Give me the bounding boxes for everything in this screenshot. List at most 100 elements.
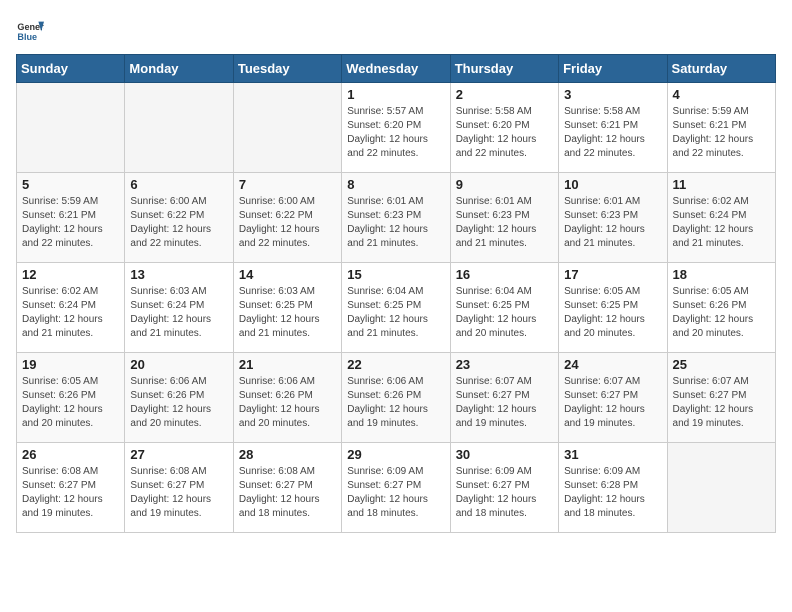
- day-info: Sunrise: 6:07 AM Sunset: 6:27 PM Dayligh…: [564, 375, 661, 431]
- day-number: 15: [347, 267, 444, 282]
- calendar-cell: 9 Sunrise: 6:01 AM Sunset: 6:23 PM Daylig…: [450, 173, 558, 263]
- day-number: 9: [456, 177, 553, 192]
- day-info: Sunrise: 6:00 AM Sunset: 6:22 PM Dayligh…: [239, 195, 336, 251]
- day-info: Sunrise: 5:58 AM Sunset: 6:21 PM Dayligh…: [564, 105, 661, 161]
- calendar-cell: 8Sunrise: 6:01 AM Sunset: 6:23 PM Daylig…: [342, 173, 450, 263]
- calendar-cell: 14 Sunrise: 6:03 AM Sunset: 6:25 PM Dayli…: [233, 263, 341, 353]
- calendar-week-row: 1 Sunrise: 5:57 AM Sunset: 6:20 PM Daylig…: [17, 83, 776, 173]
- calendar-cell: 21 Sunrise: 6:06 AM Sunset: 6:26 PM Dayli…: [233, 353, 341, 443]
- calendar-cell: 6 Sunrise: 6:00 AM Sunset: 6:22 PM Daylig…: [125, 173, 233, 263]
- calendar-cell: 19 Sunrise: 6:05 AM Sunset: 6:26 PM Dayli…: [17, 353, 125, 443]
- calendar-cell: 5 Sunrise: 5:59 AM Sunset: 6:21 PM Daylig…: [17, 173, 125, 263]
- day-info: Sunrise: 6:03 AM Sunset: 6:25 PM Dayligh…: [239, 285, 336, 341]
- day-number: 21: [239, 357, 336, 372]
- day-info: Sunrise: 6:02 AM Sunset: 6:24 PM Dayligh…: [22, 285, 119, 341]
- day-number: 4: [673, 87, 770, 102]
- day-number: 11: [673, 177, 770, 192]
- calendar-cell: 31 Sunrise: 6:09 AM Sunset: 6:28 PM Dayli…: [559, 443, 667, 533]
- weekday-header-row: SundayMondayTuesdayWednesdayThursdayFrid…: [17, 55, 776, 83]
- day-number: 7: [239, 177, 336, 192]
- calendar-cell: 13 Sunrise: 6:03 AM Sunset: 6:24 PM Dayli…: [125, 263, 233, 353]
- calendar-cell: 15 Sunrise: 6:04 AM Sunset: 6:25 PM Dayli…: [342, 263, 450, 353]
- calendar-cell: 22Sunrise: 6:06 AM Sunset: 6:26 PM Dayli…: [342, 353, 450, 443]
- calendar-cell: 1 Sunrise: 5:57 AM Sunset: 6:20 PM Daylig…: [342, 83, 450, 173]
- day-number: 16: [456, 267, 553, 282]
- day-info: Sunrise: 6:07 AM Sunset: 6:27 PM Dayligh…: [673, 375, 770, 431]
- calendar-cell: 24 Sunrise: 6:07 AM Sunset: 6:27 PM Dayli…: [559, 353, 667, 443]
- day-info: Sunrise: 5:57 AM Sunset: 6:20 PM Dayligh…: [347, 105, 444, 161]
- calendar-week-row: 26 Sunrise: 6:08 AM Sunset: 6:27 PM Dayli…: [17, 443, 776, 533]
- day-info: Sunrise: 6:06 AM Sunset: 6:26 PM Dayligh…: [130, 375, 227, 431]
- day-number: 5: [22, 177, 119, 192]
- weekday-header-thursday: Thursday: [450, 55, 558, 83]
- calendar-cell: 30Sunrise: 6:09 AM Sunset: 6:27 PM Dayli…: [450, 443, 558, 533]
- calendar-cell: [125, 83, 233, 173]
- day-info: Sunrise: 5:58 AM Sunset: 6:20 PM Dayligh…: [456, 105, 553, 161]
- calendar-week-row: 12 Sunrise: 6:02 AM Sunset: 6:24 PM Dayli…: [17, 263, 776, 353]
- calendar-table: SundayMondayTuesdayWednesdayThursdayFrid…: [16, 54, 776, 533]
- weekday-header-friday: Friday: [559, 55, 667, 83]
- day-info: Sunrise: 6:05 AM Sunset: 6:26 PM Dayligh…: [22, 375, 119, 431]
- weekday-header-monday: Monday: [125, 55, 233, 83]
- day-number: 24: [564, 357, 661, 372]
- calendar-cell: 23Sunrise: 6:07 AM Sunset: 6:27 PM Dayli…: [450, 353, 558, 443]
- day-info: Sunrise: 6:05 AM Sunset: 6:26 PM Dayligh…: [673, 285, 770, 341]
- calendar-cell: 11Sunrise: 6:02 AM Sunset: 6:24 PM Dayli…: [667, 173, 775, 263]
- day-number: 27: [130, 447, 227, 462]
- calendar-cell: 17 Sunrise: 6:05 AM Sunset: 6:25 PM Dayli…: [559, 263, 667, 353]
- day-number: 19: [22, 357, 119, 372]
- calendar-cell: [17, 83, 125, 173]
- day-info: Sunrise: 6:08 AM Sunset: 6:27 PM Dayligh…: [130, 465, 227, 521]
- day-number: 23: [456, 357, 553, 372]
- calendar-week-row: 19 Sunrise: 6:05 AM Sunset: 6:26 PM Dayli…: [17, 353, 776, 443]
- day-info: Sunrise: 6:01 AM Sunset: 6:23 PM Dayligh…: [456, 195, 553, 251]
- day-number: 25: [673, 357, 770, 372]
- weekday-header-saturday: Saturday: [667, 55, 775, 83]
- day-number: 1: [347, 87, 444, 102]
- day-info: Sunrise: 6:09 AM Sunset: 6:28 PM Dayligh…: [564, 465, 661, 521]
- weekday-header-wednesday: Wednesday: [342, 55, 450, 83]
- logo: General Blue: [16, 16, 44, 44]
- calendar-cell: 18Sunrise: 6:05 AM Sunset: 6:26 PM Dayli…: [667, 263, 775, 353]
- day-number: 6: [130, 177, 227, 192]
- calendar-cell: 29 Sunrise: 6:09 AM Sunset: 6:27 PM Dayli…: [342, 443, 450, 533]
- day-info: Sunrise: 6:05 AM Sunset: 6:25 PM Dayligh…: [564, 285, 661, 341]
- day-info: Sunrise: 6:00 AM Sunset: 6:22 PM Dayligh…: [130, 195, 227, 251]
- weekday-header-tuesday: Tuesday: [233, 55, 341, 83]
- day-number: 29: [347, 447, 444, 462]
- day-number: 17: [564, 267, 661, 282]
- day-number: 26: [22, 447, 119, 462]
- day-info: Sunrise: 6:04 AM Sunset: 6:25 PM Dayligh…: [456, 285, 553, 341]
- day-info: Sunrise: 5:59 AM Sunset: 6:21 PM Dayligh…: [22, 195, 119, 251]
- day-info: Sunrise: 6:01 AM Sunset: 6:23 PM Dayligh…: [347, 195, 444, 251]
- day-number: 22: [347, 357, 444, 372]
- calendar-cell: [667, 443, 775, 533]
- day-number: 10: [564, 177, 661, 192]
- day-info: Sunrise: 6:01 AM Sunset: 6:23 PM Dayligh…: [564, 195, 661, 251]
- day-info: Sunrise: 6:03 AM Sunset: 6:24 PM Dayligh…: [130, 285, 227, 341]
- day-number: 14: [239, 267, 336, 282]
- day-number: 28: [239, 447, 336, 462]
- day-number: 31: [564, 447, 661, 462]
- calendar-cell: 20 Sunrise: 6:06 AM Sunset: 6:26 PM Dayli…: [125, 353, 233, 443]
- day-number: 20: [130, 357, 227, 372]
- calendar-cell: 3Sunrise: 5:58 AM Sunset: 6:21 PM Daylig…: [559, 83, 667, 173]
- page-header: General Blue: [16, 16, 776, 44]
- day-info: Sunrise: 6:09 AM Sunset: 6:27 PM Dayligh…: [347, 465, 444, 521]
- calendar-cell: 4Sunrise: 5:59 AM Sunset: 6:21 PM Daylig…: [667, 83, 775, 173]
- day-info: Sunrise: 6:08 AM Sunset: 6:27 PM Dayligh…: [239, 465, 336, 521]
- calendar-week-row: 5 Sunrise: 5:59 AM Sunset: 6:21 PM Daylig…: [17, 173, 776, 263]
- weekday-header-sunday: Sunday: [17, 55, 125, 83]
- calendar-cell: 7 Sunrise: 6:00 AM Sunset: 6:22 PM Daylig…: [233, 173, 341, 263]
- day-number: 13: [130, 267, 227, 282]
- calendar-cell: 27 Sunrise: 6:08 AM Sunset: 6:27 PM Dayli…: [125, 443, 233, 533]
- calendar-cell: 12 Sunrise: 6:02 AM Sunset: 6:24 PM Dayli…: [17, 263, 125, 353]
- calendar-cell: 10 Sunrise: 6:01 AM Sunset: 6:23 PM Dayli…: [559, 173, 667, 263]
- day-number: 12: [22, 267, 119, 282]
- day-number: 2: [456, 87, 553, 102]
- logo-icon: General Blue: [16, 16, 44, 44]
- calendar-cell: 28 Sunrise: 6:08 AM Sunset: 6:27 PM Dayli…: [233, 443, 341, 533]
- day-info: Sunrise: 6:09 AM Sunset: 6:27 PM Dayligh…: [456, 465, 553, 521]
- day-info: Sunrise: 6:06 AM Sunset: 6:26 PM Dayligh…: [239, 375, 336, 431]
- day-info: Sunrise: 6:04 AM Sunset: 6:25 PM Dayligh…: [347, 285, 444, 341]
